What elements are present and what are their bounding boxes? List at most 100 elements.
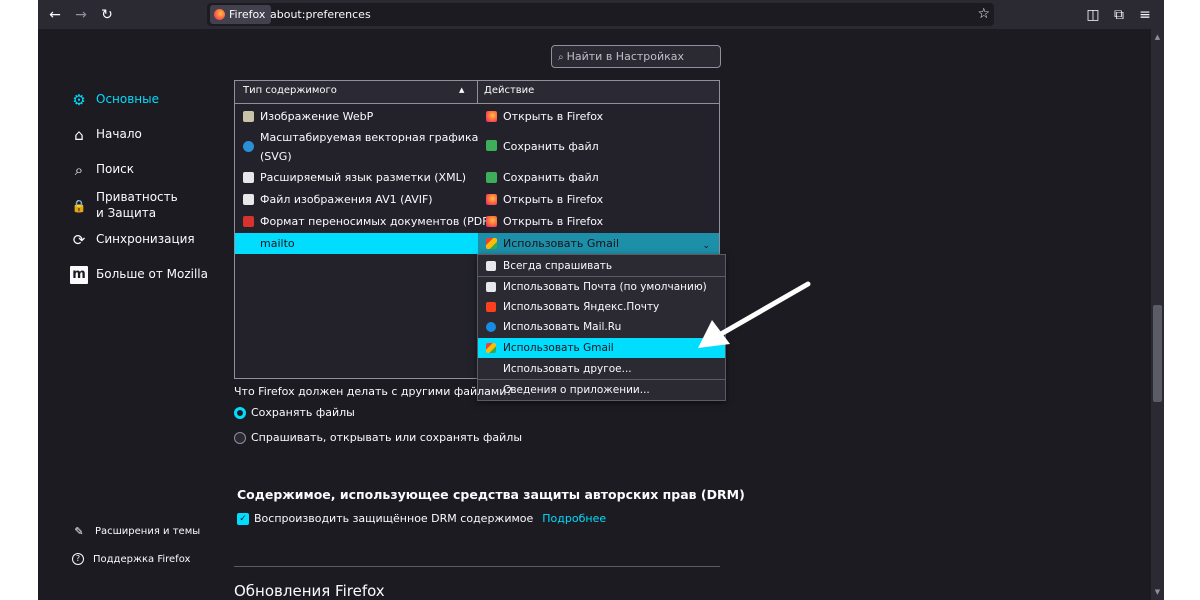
other-files-question: Что Firefox должен делать с другими файл… [234,385,513,398]
sidebar-extensions-link[interactable]: ✎ Расширения и темы [72,525,200,538]
sidebar-item-search[interactable]: ⌕ Поиск [70,161,134,179]
radio-label: Сохранять файлы [251,406,355,419]
back-button[interactable]: ← [44,4,66,26]
menu-icon[interactable]: ≡ [1134,4,1156,26]
firefox-icon [486,216,497,227]
scroll-down-icon[interactable]: ▼ [1151,586,1164,598]
table-header: Тип содержимого ▲ Действие [235,81,719,104]
menu-item-app-details[interactable]: Сведения о приложении... [478,380,725,400]
radio-label: Спрашивать, открывать или сохранять файл… [251,431,523,444]
scroll-up-icon[interactable]: ▲ [1151,31,1164,43]
document-icon [243,194,254,205]
sidebar-item-label: Начало [96,127,142,141]
action-label: Открыть в Firefox [503,193,604,206]
radio-selected-icon[interactable] [234,406,246,419]
puzzle-icon: ✎ [74,525,84,538]
document-icon [243,172,254,183]
table-row[interactable]: Изображение WebP Открыть в Firefox [235,110,719,126]
identity-label: Firefox [229,8,266,21]
menu-item-label: Сведения о приложении... [503,384,650,396]
action-label: Сохранить файл [503,140,599,153]
menu-item-always-ask[interactable]: Всегда спрашивать [478,256,725,276]
sidebar-item-label: Основные [96,92,160,106]
learn-more-link[interactable]: Подробнее [542,512,606,525]
content-type: Изображение WebP [260,110,374,123]
sidebar-item-label: Синхронизация [96,232,195,246]
forward-button[interactable]: → [70,4,92,26]
sidebar-item-general[interactable]: ⚙ Основные [70,91,159,109]
sidebar-item-home[interactable]: ⌂ Начало [70,126,142,144]
sidebar-footer-label: Поддержка Firefox [93,553,191,565]
gmail-icon [486,343,496,353]
action-label: Сохранить файл [503,171,599,184]
annotation-arrow-icon [698,281,811,348]
sort-arrow-icon: ▲ [459,86,465,94]
menu-item-gmail[interactable]: Использовать Gmail [478,338,725,358]
menu-item-default-mail[interactable]: Использовать Почта (по умолчанию) [478,277,725,297]
menu-item-label: Использовать другое... [503,363,632,375]
menu-item-label: Использовать Яндекс.Почту [503,301,660,313]
sync-icon: ⟳ [72,231,86,249]
menu-item-use-other[interactable]: Использовать другое... [478,359,725,379]
pocket-icon[interactable]: ◫ [1082,4,1104,26]
table-row[interactable]: Формат переносимых документов (PDF) Откр… [235,215,719,231]
search-placeholder: Найти в Настройках [566,50,685,63]
gmail-icon [486,238,497,249]
drm-checkbox[interactable]: ✓ Воспроизводить защищённое DRM содержим… [237,512,606,525]
content-type: Расширяемый язык разметки (XML) [260,171,466,184]
ask-icon [486,261,496,271]
url-bar[interactable]: Firefox about:preferences ☆ [207,3,994,26]
column-header-type[interactable]: Тип содержимого [243,85,337,96]
save-file-icon [486,140,497,151]
sidebar-item-label: Поиск [96,162,135,176]
sidebar-item-privacy[interactable]: 🔒 Приватность и Защита [70,189,186,221]
drm-checkbox-label: Воспроизводить защищённое DRM содержимое [254,512,534,525]
sidebar-item-more-mozilla[interactable]: m Больше от Mozilla [70,266,208,284]
action-select[interactable]: Использовать Gmail ⌄ [478,233,719,254]
sidebar-item-sync[interactable]: ⟳ Синхронизация [70,231,195,249]
radio-unselected-icon[interactable] [234,431,246,444]
action-dropdown-menu: Всегда спрашивать Использовать Почта (по… [477,254,726,401]
extensions-icon[interactable]: ⧉ [1108,4,1130,26]
gear-icon: ⚙ [72,91,86,109]
save-file-icon [486,172,497,183]
reload-button[interactable]: ↻ [96,4,118,26]
bookmark-star-icon[interactable]: ☆ [977,3,990,26]
table-row[interactable]: Файл изображения AV1 (AVIF) Открыть в Fi… [235,193,719,209]
table-row[interactable]: Расширяемый язык разметки (XML) Сохранит… [235,171,719,187]
menu-item-label: Всегда спрашивать [503,260,613,272]
menu-item-yandex-mail[interactable]: Использовать Яндекс.Почту [478,297,725,317]
menu-item-label: Использовать Почта (по умолчанию) [503,281,707,293]
url-text[interactable]: about:preferences [270,3,371,26]
action-label: Использовать Gmail [503,237,619,250]
scrollbar-thumb[interactable] [1153,305,1162,402]
table-row[interactable]: Масштабируемая векторная графика (SVG) С… [235,131,719,165]
table-row-mailto[interactable]: mailto Использовать Gmail ⌄ [235,233,719,254]
menu-item-mail-ru[interactable]: Использовать Mail.Ru [478,317,725,337]
sidebar-support-link[interactable]: ? Поддержка Firefox [72,553,190,565]
menu-item-label: Использовать Mail.Ru [503,321,622,333]
search-input[interactable]: ⌕ Найти в Настройках [551,45,721,68]
home-icon: ⌂ [74,126,84,144]
browser-toolbar: ← → ↻ Firefox about:preferences ☆ ◫ ⧉ ≡ [38,0,1164,29]
image-file-icon [243,111,254,122]
identity-box[interactable]: Firefox [210,5,272,24]
edge-icon [243,141,254,152]
column-divider[interactable] [477,81,478,104]
content-type: mailto [260,237,295,250]
firefox-icon [486,194,497,205]
sidebar-item-label: Больше от Mozilla [96,267,208,281]
drm-section-title: Содержимое, использующее средства защиты… [237,487,745,502]
content-type: Формат переносимых документов (PDF) [260,215,493,228]
section-divider [234,566,720,567]
checkmark-icon[interactable]: ✓ [237,512,249,525]
pdf-icon [243,216,254,227]
updates-section-title: Обновления Firefox [234,582,385,600]
mail-ru-icon [486,322,496,332]
column-header-action[interactable]: Действие [484,85,534,96]
action-label: Открыть в Firefox [503,110,604,123]
firefox-icon [486,111,497,122]
radio-save-files[interactable]: Сохранять файлы [234,406,355,419]
radio-ask-files[interactable]: Спрашивать, открывать или сохранять файл… [234,431,522,444]
yandex-mail-icon [486,302,496,312]
